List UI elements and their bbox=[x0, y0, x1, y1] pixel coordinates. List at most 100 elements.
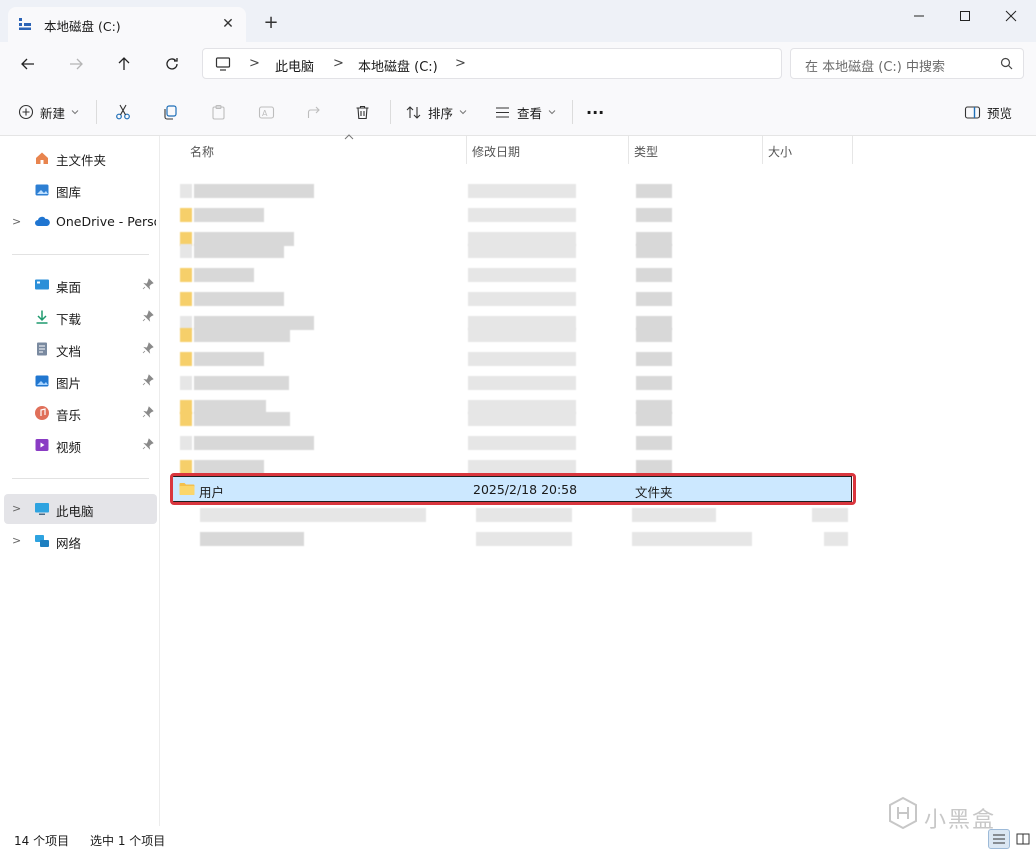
obscured-cell bbox=[468, 292, 576, 306]
share-icon bbox=[307, 106, 320, 118]
chevron-right-icon[interactable]: > bbox=[12, 502, 21, 515]
pin-icon bbox=[142, 310, 154, 322]
obscured-cell bbox=[636, 268, 672, 282]
breadcrumb-local-disk[interactable]: 本地磁盘 (C:) bbox=[358, 56, 438, 75]
column-header-label: 名称 bbox=[190, 145, 215, 159]
sidebar-item-label: 图片 bbox=[56, 376, 82, 391]
obscured-cell bbox=[194, 328, 290, 342]
view-label: 查看 bbox=[517, 105, 543, 121]
address-field[interactable]: > 此电脑 > 本地磁盘 (C:) > bbox=[202, 48, 782, 79]
back-button[interactable] bbox=[14, 50, 42, 78]
sidebar-item-home[interactable]: 主文件夹 bbox=[4, 143, 157, 173]
sidebar-item-label: 网络 bbox=[56, 536, 82, 551]
rename-button[interactable]: A bbox=[258, 99, 275, 125]
sidebar-item-documents[interactable]: 文档 bbox=[4, 334, 157, 364]
search-icon bbox=[1000, 57, 1013, 70]
clipboard-icon bbox=[212, 104, 225, 120]
obscured-cell bbox=[200, 508, 426, 522]
maximize-button[interactable] bbox=[942, 0, 988, 32]
documents-icon bbox=[37, 342, 47, 356]
column-header-size[interactable]: 大小 bbox=[762, 136, 852, 164]
more-options-button[interactable]: ··· bbox=[586, 99, 604, 125]
chevron-down-icon bbox=[459, 110, 467, 115]
new-tab-button[interactable]: + bbox=[260, 13, 282, 35]
command-bar: 新建 A 排序 查看 ··· 预览 bbox=[0, 86, 1036, 136]
sidebar-item-videos[interactable]: 视频 bbox=[4, 430, 157, 460]
close-window-button[interactable] bbox=[988, 0, 1034, 32]
search-field[interactable]: 在 本地磁盘 (C:) 中搜索 bbox=[790, 48, 1024, 79]
svg-text:A: A bbox=[262, 109, 268, 118]
annotation-highlight bbox=[170, 473, 856, 505]
column-header-type[interactable]: 类型 bbox=[628, 136, 762, 164]
chevron-down-icon bbox=[71, 110, 79, 115]
music-icon bbox=[35, 406, 49, 420]
pin-icon bbox=[142, 342, 154, 354]
refresh-button[interactable] bbox=[158, 50, 186, 78]
sidebar-item-onedrive[interactable]: > OneDrive - Perso bbox=[4, 207, 157, 237]
status-bar: 14 个项目 选中 1 个项目 bbox=[0, 826, 1036, 852]
sidebar-item-label: 此电脑 bbox=[56, 504, 94, 519]
sidebar-item-music[interactable]: 音乐 bbox=[4, 398, 157, 428]
arrow-up-icon bbox=[118, 57, 130, 70]
sidebar-item-label: 音乐 bbox=[56, 408, 82, 423]
sidebar-item-label: 主文件夹 bbox=[56, 153, 107, 168]
obscured-cell bbox=[194, 244, 284, 258]
tab-local-disk[interactable]: 本地磁盘 (C:) ✕ bbox=[8, 7, 246, 42]
obscured-cell bbox=[180, 328, 192, 342]
obscured-cell bbox=[476, 532, 572, 546]
close-icon bbox=[1005, 10, 1017, 22]
cut-button[interactable] bbox=[114, 99, 132, 125]
plus-circle-icon bbox=[18, 104, 34, 120]
address-bar: > 此电脑 > 本地磁盘 (C:) > 在 本地磁盘 (C:) 中搜索 bbox=[0, 42, 1036, 86]
obscured-cell bbox=[194, 292, 284, 306]
sort-button[interactable]: 排序 bbox=[405, 99, 467, 125]
obscured-cell bbox=[194, 352, 264, 366]
minimize-icon bbox=[914, 15, 924, 17]
obscured-cell bbox=[636, 376, 672, 390]
navigation-pane: 主文件夹 图库 > OneDrive - Perso 桌面 下载 文档 图片 音… bbox=[0, 136, 160, 826]
column-header-date[interactable]: 修改日期 bbox=[466, 136, 628, 164]
column-header-label: 大小 bbox=[768, 145, 793, 159]
paste-button[interactable] bbox=[210, 99, 227, 125]
sidebar-item-gallery[interactable]: 图库 bbox=[4, 175, 157, 205]
preview-pane-button[interactable]: 预览 bbox=[964, 99, 1012, 125]
desktop-icon bbox=[35, 279, 49, 290]
obscured-cell bbox=[180, 460, 192, 474]
sort-ascending-icon bbox=[344, 134, 354, 140]
title-bar: 本地磁盘 (C:) ✕ + bbox=[0, 0, 1036, 42]
share-button[interactable] bbox=[306, 99, 323, 125]
column-header-label: 类型 bbox=[634, 145, 659, 159]
obscured-row bbox=[180, 328, 880, 342]
sidebar-item-network[interactable]: > 网络 bbox=[4, 526, 157, 556]
obscured-cell bbox=[476, 508, 572, 522]
sidebar-item-desktop[interactable]: 桌面 bbox=[4, 270, 157, 300]
sidebar-item-downloads[interactable]: 下载 bbox=[4, 302, 157, 332]
tab-close-icon[interactable]: ✕ bbox=[218, 14, 238, 34]
obscured-cell bbox=[194, 460, 264, 474]
view-button[interactable]: 查看 bbox=[494, 99, 556, 125]
watermark: 小黑盒 bbox=[888, 796, 1018, 836]
obscured-cell bbox=[194, 184, 314, 198]
new-button[interactable]: 新建 bbox=[18, 99, 79, 125]
up-button[interactable] bbox=[110, 50, 138, 78]
breadcrumb-this-pc[interactable]: 此电脑 bbox=[275, 56, 314, 75]
obscured-row bbox=[180, 184, 880, 198]
delete-button[interactable] bbox=[354, 99, 371, 125]
sidebar-item-label: 图库 bbox=[56, 185, 82, 200]
preview-pane-icon bbox=[964, 105, 981, 119]
arrow-left-icon bbox=[21, 58, 34, 70]
forward-button[interactable] bbox=[62, 50, 90, 78]
copy-button[interactable] bbox=[162, 99, 179, 125]
sidebar-item-pictures[interactable]: 图片 bbox=[4, 366, 157, 396]
sidebar-item-this-pc[interactable]: > 此电脑 bbox=[4, 494, 157, 524]
column-header-name[interactable]: 名称 bbox=[184, 134, 466, 164]
pin-icon bbox=[142, 438, 154, 450]
sort-label: 排序 bbox=[428, 105, 454, 121]
chevron-right-icon[interactable]: > bbox=[12, 215, 21, 228]
obscured-cell bbox=[468, 376, 576, 390]
chevron-right-icon[interactable]: > bbox=[12, 534, 21, 547]
obscured-cell bbox=[636, 292, 672, 306]
column-header-label: 修改日期 bbox=[472, 145, 521, 159]
minimize-button[interactable] bbox=[896, 0, 942, 32]
breadcrumb-separator[interactable]: > bbox=[455, 56, 466, 71]
